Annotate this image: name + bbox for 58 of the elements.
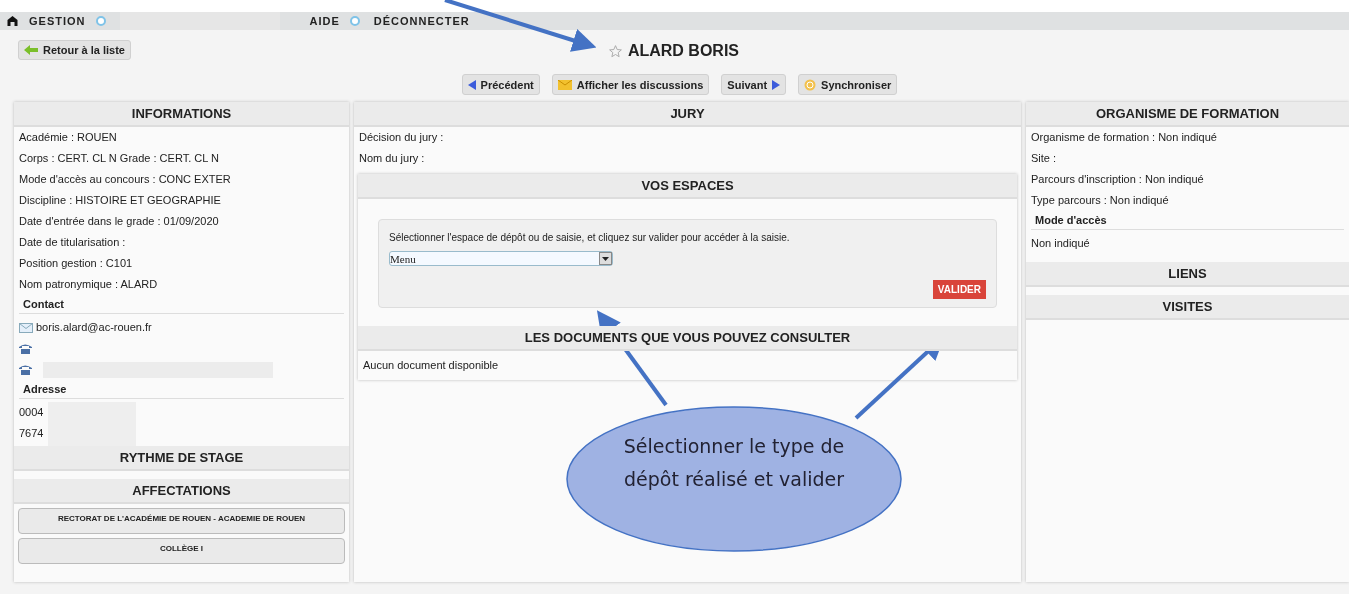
section-header: LIENS (1026, 262, 1349, 287)
section-header: INFORMATIONS (14, 102, 349, 127)
person-name: ALARD BORIS (627, 42, 740, 60)
info-field: Discipline : HISTOIRE ET GEOGRAPHIE (14, 190, 349, 211)
validate-button[interactable]: VALIDER (932, 280, 986, 299)
toolbar-button[interactable]: Synchroniser (798, 74, 898, 95)
sync-icon (804, 78, 817, 91)
assignment-button[interactable]: RECTORAT DE L'ACADÉMIE DE ROUEN - ACADEMIE DE ROUEN (18, 508, 345, 534)
toolbar-button[interactable]: Afficher les discussions (551, 74, 710, 95)
nav-menu-item[interactable]: AIDE (309, 15, 340, 27)
nav-menu-item[interactable]: GESTION (29, 15, 86, 27)
phone-icon (19, 364, 32, 375)
info-field: Corps : CERT. CL N Grade : CERT. CL N (14, 148, 349, 169)
section-header: AFFECTATIONS (14, 479, 349, 504)
section-header: VOS ESPACES (358, 174, 1017, 199)
access-mode-value: Non indiqué (1030, 236, 1091, 251)
envelope-icon (557, 79, 572, 90)
envelope-icon (19, 322, 33, 333)
instruction-text: Sélectionner l'espace de dépôt ou de saisie, et cliquez sur valider pour accéder à la saisie. (389, 232, 791, 243)
callout-text: Sélectionner le type de dépôt réalisé et valider (622, 434, 846, 492)
info-field: Académie : ROUEN (14, 127, 349, 148)
dropdown-icon[interactable] (95, 16, 106, 26)
subsection-heading: Adresse (19, 380, 344, 399)
arrow-left-icon (24, 45, 38, 55)
section-header: VISITES (1026, 295, 1349, 320)
info-field: Position gestion : C101 (14, 253, 349, 274)
info-field: Date de titularisation : (14, 232, 349, 253)
training-field: Site : (1026, 148, 1349, 169)
section-header: JURY (354, 102, 1021, 127)
dropdown-icon[interactable] (349, 16, 360, 26)
section-header: LES DOCUMENTS QUE VOUS POUVEZ CONSULTER (358, 326, 1017, 351)
toolbar-button[interactable]: Précédent (461, 74, 540, 95)
info-field: Date d'entrée dans le grade : 01/09/2020 (14, 211, 349, 232)
triangle-right-icon (772, 79, 781, 90)
documents-text: Aucun document disponible (362, 358, 500, 373)
info-field: Mode d'accès au concours : CONC EXTER (14, 169, 349, 190)
caret-icon (602, 256, 609, 261)
info-field: Nom patronymique : ALARD (14, 274, 349, 295)
jury-field: Décision du jury : (354, 127, 1021, 148)
toolbar-button[interactable]: Suivant (721, 74, 787, 95)
triangle-left-icon (467, 79, 476, 90)
space-select[interactable]: Menu (389, 251, 613, 266)
jury-field: Nom du jury : (354, 148, 1021, 169)
email-link[interactable]: boris.alard@ac-rouen.fr (36, 317, 152, 338)
address-line: 0004 (18, 405, 45, 420)
nav-menu-item[interactable]: DÉCONNECTER (373, 15, 470, 27)
star-icon[interactable] (608, 44, 622, 58)
address-line: 7674 (18, 426, 45, 441)
training-field: Parcours d'inscription : Non indiqué (1026, 169, 1349, 190)
back-button[interactable]: Retour à la liste (18, 40, 131, 60)
training-field: Type parcours : Non indiqué (1026, 190, 1349, 211)
section-header: RYTHME DE STAGE (14, 446, 349, 471)
home-icon[interactable] (6, 16, 19, 26)
subsection-heading: Contact (19, 295, 344, 314)
subsection-heading: Mode d'accès (1031, 211, 1344, 230)
training-field: Organisme de formation : Non indiqué (1026, 127, 1349, 148)
section-header: ORGANISME DE FORMATION (1026, 102, 1349, 127)
assignment-button[interactable]: COLLÈGE I (18, 538, 345, 564)
